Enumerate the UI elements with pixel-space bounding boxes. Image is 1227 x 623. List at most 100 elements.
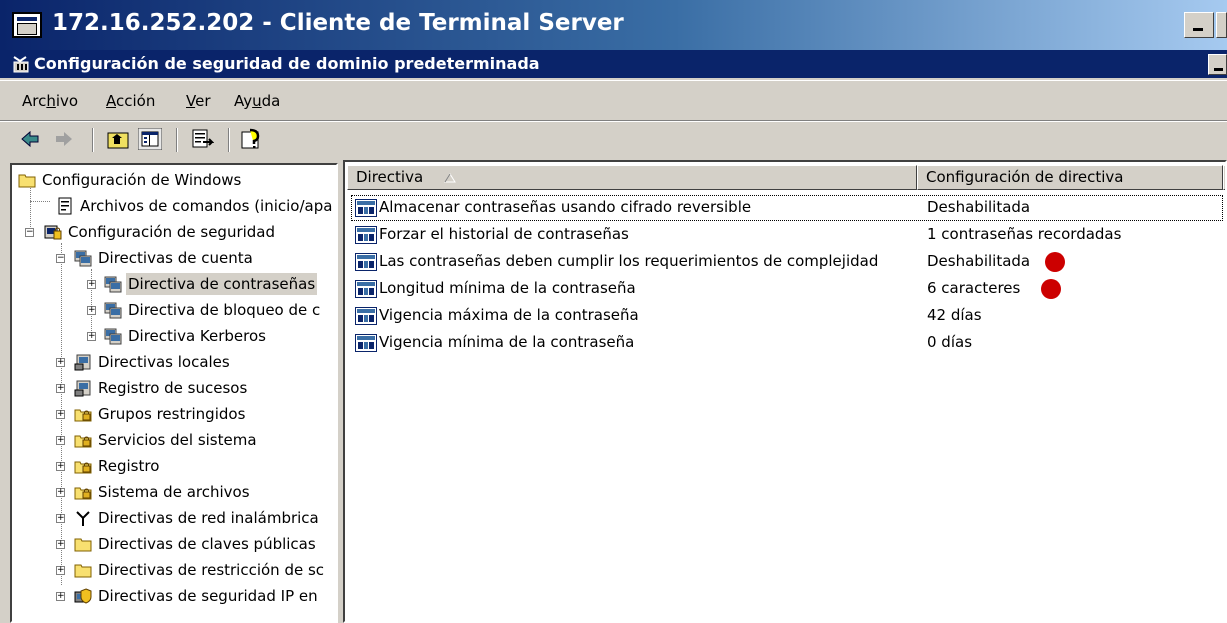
expand-toggle[interactable]: +	[56, 410, 65, 419]
policy-setting-icon	[355, 280, 377, 298]
policy-setting-icon	[355, 334, 377, 352]
policy-folder-icon	[74, 354, 91, 371]
policy-row[interactable]: Las contraseñas deben cumplir los requer…	[351, 249, 1223, 275]
tree-node-label: Directivas de cuenta	[98, 249, 253, 267]
tree-node-label: Directivas de seguridad IP en	[98, 587, 318, 605]
toolbar-separator	[176, 128, 178, 152]
expand-toggle[interactable]: +	[56, 514, 65, 523]
policy-name: Vigencia máxima de la contraseña	[379, 306, 639, 324]
tree-node-label: Configuración de Windows	[42, 171, 242, 189]
help-icon[interactable]	[240, 128, 264, 150]
sort-ascending-icon	[444, 173, 456, 183]
expand-toggle[interactable]: +	[87, 332, 96, 341]
policy-row[interactable]: Vigencia máxima de la contraseña 42 días	[351, 303, 1223, 329]
policy-setting: 42 días	[927, 306, 982, 324]
column-header-label: Directiva	[356, 168, 424, 186]
forward-arrow-icon[interactable]	[52, 128, 76, 150]
menu-label: Arc	[22, 92, 47, 110]
policy-setting: 0 días	[927, 333, 973, 351]
tree-node-label: Sistema de archivos	[98, 483, 250, 501]
policy-row[interactable]: Longitud mínima de la contraseña 6 carac…	[351, 276, 1223, 302]
expand-toggle[interactable]: +	[87, 306, 96, 315]
folder-icon	[74, 538, 92, 552]
expand-toggle[interactable]: +	[56, 358, 65, 367]
expand-toggle[interactable]: +	[56, 488, 65, 497]
tree-node-label: Archivos de comandos (inicio/apa	[80, 197, 333, 215]
antenna-icon	[76, 511, 90, 526]
policy-setting-icon	[355, 253, 377, 271]
back-arrow-icon[interactable]	[18, 128, 42, 150]
folder-icon	[18, 174, 36, 188]
up-folder-icon[interactable]	[106, 128, 130, 150]
expand-toggle[interactable]: +	[56, 540, 65, 549]
policy-row[interactable]: Forzar el historial de contraseñas 1 con…	[351, 222, 1223, 248]
expand-toggle[interactable]: +	[56, 462, 65, 471]
toolbar	[0, 120, 1227, 157]
policy-row[interactable]: Vigencia mínima de la contraseña 0 días	[351, 330, 1223, 356]
export-list-icon[interactable]	[190, 128, 214, 150]
column-header-configuracion[interactable]: Configuración de directiva	[917, 165, 1223, 190]
red-flag-dot	[1045, 252, 1065, 272]
locked-folder-icon	[74, 461, 92, 474]
tree-node-label: Registro de sucesos	[98, 379, 248, 397]
window-title: 172.16.252.202 - Cliente de Terminal Ser…	[52, 10, 624, 36]
show-hide-tree-icon[interactable]	[138, 128, 162, 150]
expand-toggle[interactable]: +	[87, 280, 96, 289]
policy-folder-icon	[74, 380, 91, 397]
tree-node-label: Grupos restringidos	[98, 405, 246, 423]
policy-setting-icon	[355, 199, 377, 217]
policy-setting-icon	[355, 226, 377, 244]
menu-label: cción	[116, 92, 156, 110]
menu-accion[interactable]: Acción	[106, 92, 155, 110]
locked-folder-icon	[74, 409, 92, 422]
policy-name: Vigencia mínima de la contraseña	[379, 333, 635, 351]
menu-label: da	[261, 92, 281, 110]
tree-node-label: Directiva Kerberos	[128, 327, 266, 345]
tree-node-label: Servicios del sistema	[98, 431, 257, 449]
terminal-server-icon	[12, 12, 42, 38]
rdp-title-bar[interactable]: 172.16.252.202 - Cliente de Terminal Ser…	[0, 0, 1227, 50]
toolbar-separator	[92, 128, 94, 152]
policy-setting: 1 contraseñas recordadas	[927, 225, 1122, 243]
collapse-toggle[interactable]: −	[56, 254, 65, 263]
menu-label: er	[195, 92, 211, 110]
ip-security-icon	[74, 588, 92, 604]
expand-toggle[interactable]: +	[56, 592, 65, 601]
red-flag-dot	[1041, 279, 1061, 299]
column-header-label: Configuración de directiva	[926, 168, 1124, 186]
menu-ver[interactable]: Ver	[186, 92, 211, 110]
policy-folder-icon	[104, 328, 122, 345]
script-icon	[58, 197, 72, 215]
security-settings-icon	[44, 225, 62, 240]
console-title: Configuración de seguridad de dominio pr…	[34, 54, 540, 73]
policy-row[interactable]: Almacenar contraseñas usando cifrado rev…	[351, 195, 1223, 221]
collapse-toggle[interactable]: −	[25, 228, 34, 237]
menu-label: ivo	[55, 92, 79, 110]
console-minimize-button[interactable]	[1208, 54, 1227, 75]
locked-folder-icon	[74, 435, 92, 448]
policy-folder-icon	[104, 302, 122, 319]
menu-accelerator: h	[46, 92, 56, 110]
tree-node-label: Directivas de red inalámbrica	[98, 509, 319, 527]
locked-folder-icon	[74, 487, 92, 500]
policy-name: Forzar el historial de contraseñas	[379, 225, 629, 243]
menu-archivo[interactable]: Archivo	[22, 92, 78, 110]
column-header-directiva[interactable]: Directiva	[347, 165, 917, 190]
console-tree[interactable]: Configuración de Windows Archivos de com…	[10, 163, 338, 623]
policy-setting: Deshabilitada	[927, 198, 1031, 216]
minimize-button[interactable]	[1184, 12, 1214, 38]
menu-accelerator: A	[106, 92, 116, 110]
expand-toggle[interactable]: +	[56, 384, 65, 393]
policy-list[interactable]: Directiva Configuración de directiva Alm…	[343, 160, 1227, 623]
policy-name: Almacenar contraseñas usando cifrado rev…	[379, 198, 752, 216]
console-icon	[13, 56, 29, 73]
tree-node-label: Directivas locales	[98, 353, 230, 371]
expand-toggle[interactable]: +	[56, 566, 65, 575]
menu-accelerator: V	[186, 92, 196, 110]
console-title-bar[interactable]: Configuración de seguridad de dominio pr…	[0, 50, 1227, 78]
restore-button[interactable]	[1216, 12, 1227, 38]
menu-ayuda[interactable]: Ayuda	[234, 92, 280, 110]
expand-toggle[interactable]: +	[56, 436, 65, 445]
tree-node-label: Directiva de contraseñas	[126, 273, 318, 295]
menu-accelerator: u	[252, 92, 262, 110]
